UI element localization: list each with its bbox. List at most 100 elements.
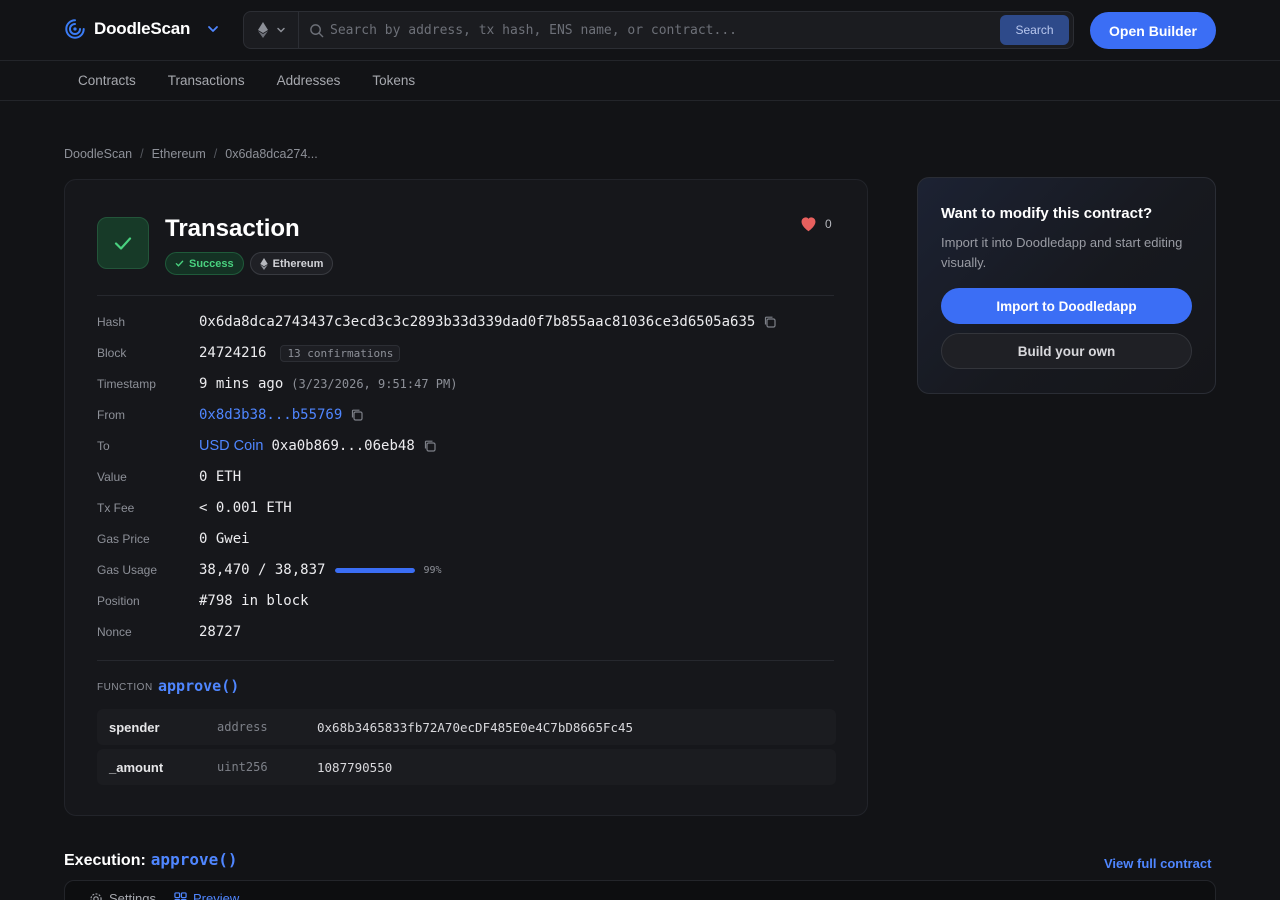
breadcrumb-separator: / bbox=[140, 147, 144, 161]
field-block: Block 24724216 13 confirmations bbox=[97, 343, 401, 363]
field-label: Gas Price bbox=[97, 532, 150, 546]
gear-icon bbox=[90, 892, 102, 900]
to-contract-name-link[interactable]: USD Coin bbox=[199, 438, 263, 454]
timestamp-absolute: (3/23/2026, 9:51:47 PM) bbox=[291, 377, 458, 391]
top-bar: DoodleScan Search Open Builder bbox=[0, 0, 1280, 61]
field-label: Hash bbox=[97, 315, 126, 329]
block-number[interactable]: 24724216 bbox=[199, 345, 266, 361]
field-position: Position #798 in block bbox=[97, 591, 309, 611]
field-value: < 0.001 ETH bbox=[199, 500, 292, 516]
field-gas-price: Gas Price 0 Gwei bbox=[97, 529, 250, 549]
view-full-contract-link[interactable]: View full contract bbox=[1104, 856, 1211, 871]
execution-tabs: Settings Preview bbox=[89, 891, 239, 900]
breadcrumb-chain[interactable]: Ethereum bbox=[152, 147, 206, 161]
field-label: Gas Usage bbox=[97, 563, 158, 577]
like-count: 0 bbox=[825, 216, 832, 231]
hash-value: 0x6da8dca2743437c3ecd3c3c2893b33d339dad0… bbox=[199, 314, 756, 330]
heart-icon bbox=[801, 217, 816, 232]
nav-contracts[interactable]: Contracts bbox=[78, 73, 136, 88]
sub-nav: Contracts Transactions Addresses Tokens bbox=[0, 61, 1280, 101]
breadcrumb: DoodleScan / Ethereum / 0x6da8dca274... bbox=[64, 147, 318, 161]
gas-usage-bar bbox=[335, 567, 416, 573]
build-your-own-button[interactable]: Build your own bbox=[941, 333, 1192, 369]
side-card-description: Import it into Doodledapp and start edit… bbox=[941, 235, 1183, 270]
chain-selector[interactable] bbox=[244, 12, 299, 48]
field-value: 0 ETH bbox=[199, 469, 242, 485]
field-label: Timestamp bbox=[97, 377, 156, 391]
tab-preview[interactable]: Preview bbox=[174, 891, 239, 900]
copy-icon[interactable] bbox=[423, 439, 437, 453]
open-builder-button[interactable]: Open Builder bbox=[1090, 12, 1216, 49]
field-value: 9 mins ago (3/23/2026, 9:51:47 PM) bbox=[199, 376, 457, 392]
search-bar: Search bbox=[243, 11, 1074, 49]
transaction-card: Transaction Success Ethereum 0 Hash 0x6d… bbox=[64, 179, 868, 816]
param-name: spender bbox=[109, 719, 160, 735]
chain-text: Ethereum bbox=[272, 257, 324, 270]
divider bbox=[97, 295, 834, 296]
field-label: Block bbox=[97, 346, 127, 360]
param-value: 1087790550 bbox=[317, 759, 393, 775]
breadcrumb-current: 0x6da8dca274... bbox=[225, 147, 318, 161]
function-label: FUNCTION bbox=[97, 682, 153, 693]
breadcrumb-home[interactable]: DoodleScan bbox=[64, 147, 132, 161]
function-name[interactable]: approve() bbox=[158, 677, 239, 695]
field-value: 24724216 13 confirmations bbox=[199, 344, 401, 362]
gas-usage-value: 38,470 / 38,837 bbox=[199, 562, 326, 578]
chevron-down-icon[interactable] bbox=[206, 22, 220, 36]
field-label: To bbox=[97, 439, 110, 453]
field-value: 0x6da8dca2743437c3ecd3c3c2893b33d339dad0… bbox=[199, 314, 777, 330]
execution-title: Execution: bbox=[64, 852, 146, 869]
field-value: 0x8d3b38...b55769 bbox=[199, 407, 364, 423]
field-gas-usage: Gas Usage 38,470 / 38,837 99% bbox=[97, 560, 442, 580]
import-to-doodledapp-button[interactable]: Import to Doodledapp bbox=[941, 288, 1192, 324]
grid-icon bbox=[174, 892, 187, 900]
gas-usage-percent: 99% bbox=[423, 564, 442, 576]
nav-transactions[interactable]: Transactions bbox=[168, 73, 245, 88]
copy-icon[interactable] bbox=[763, 315, 777, 329]
modify-contract-card: Want to modify this contract? Import it … bbox=[917, 177, 1216, 394]
like-button[interactable]: 0 bbox=[799, 215, 832, 232]
ethereum-icon bbox=[258, 22, 268, 38]
field-label: Value bbox=[97, 470, 127, 484]
tab-label: Preview bbox=[192, 891, 240, 900]
execution-function: approve() bbox=[150, 850, 238, 869]
copy-icon[interactable] bbox=[350, 408, 364, 422]
ethereum-icon bbox=[259, 257, 268, 270]
breadcrumb-separator: / bbox=[213, 147, 218, 161]
side-card-title: Want to modify this contract? bbox=[941, 205, 1153, 222]
search-icon bbox=[310, 23, 324, 37]
badge-row: Success Ethereum bbox=[165, 252, 334, 275]
success-check-icon bbox=[97, 217, 149, 269]
param-name: _amount bbox=[109, 759, 164, 775]
search-button[interactable]: Search bbox=[1000, 15, 1069, 45]
status-badge: Success bbox=[165, 252, 244, 275]
status-text: Success bbox=[189, 257, 234, 270]
to-address[interactable]: 0xa0b869...06eb48 bbox=[271, 438, 414, 454]
brand[interactable]: DoodleScan bbox=[64, 18, 220, 40]
field-value: USD Coin 0xa0b869...06eb48 bbox=[199, 438, 437, 454]
field-nonce: Nonce 28727 bbox=[97, 622, 241, 642]
param-row: _amount uint256 1087790550 bbox=[97, 749, 836, 785]
field-value-row: Value 0 ETH bbox=[97, 467, 241, 487]
confirmations-badge: 13 confirmations bbox=[280, 344, 401, 362]
param-row: spender address 0x68b3465833fb72A70ecDF4… bbox=[97, 709, 836, 745]
gas-usage-bar-fill bbox=[335, 567, 415, 573]
tab-label: Settings bbox=[109, 891, 156, 900]
field-tx-fee: Tx Fee < 0.001 ETH bbox=[97, 498, 292, 518]
field-label: From bbox=[97, 408, 125, 422]
field-from: From 0x8d3b38...b55769 bbox=[97, 405, 364, 425]
param-type: uint256 bbox=[217, 760, 268, 774]
search-input[interactable] bbox=[324, 22, 1000, 38]
field-label: Tx Fee bbox=[97, 501, 135, 515]
tab-settings[interactable]: Settings bbox=[89, 891, 156, 900]
from-address-link[interactable]: 0x8d3b38...b55769 bbox=[199, 407, 342, 423]
page-title: Transaction bbox=[165, 215, 300, 242]
param-value[interactable]: 0x68b3465833fb72A70ecDF485E0e4C7bD8665Fc… bbox=[317, 720, 633, 735]
brand-name: DoodleScan bbox=[94, 19, 191, 38]
field-value: 0 Gwei bbox=[199, 531, 250, 547]
nav-tokens[interactable]: Tokens bbox=[372, 73, 415, 88]
execution-heading: Execution: approve() bbox=[64, 850, 238, 870]
timestamp-relative: 9 mins ago bbox=[199, 376, 284, 392]
nav-addresses[interactable]: Addresses bbox=[277, 73, 341, 88]
field-timestamp: Timestamp 9 mins ago (3/23/2026, 9:51:47… bbox=[97, 374, 457, 394]
